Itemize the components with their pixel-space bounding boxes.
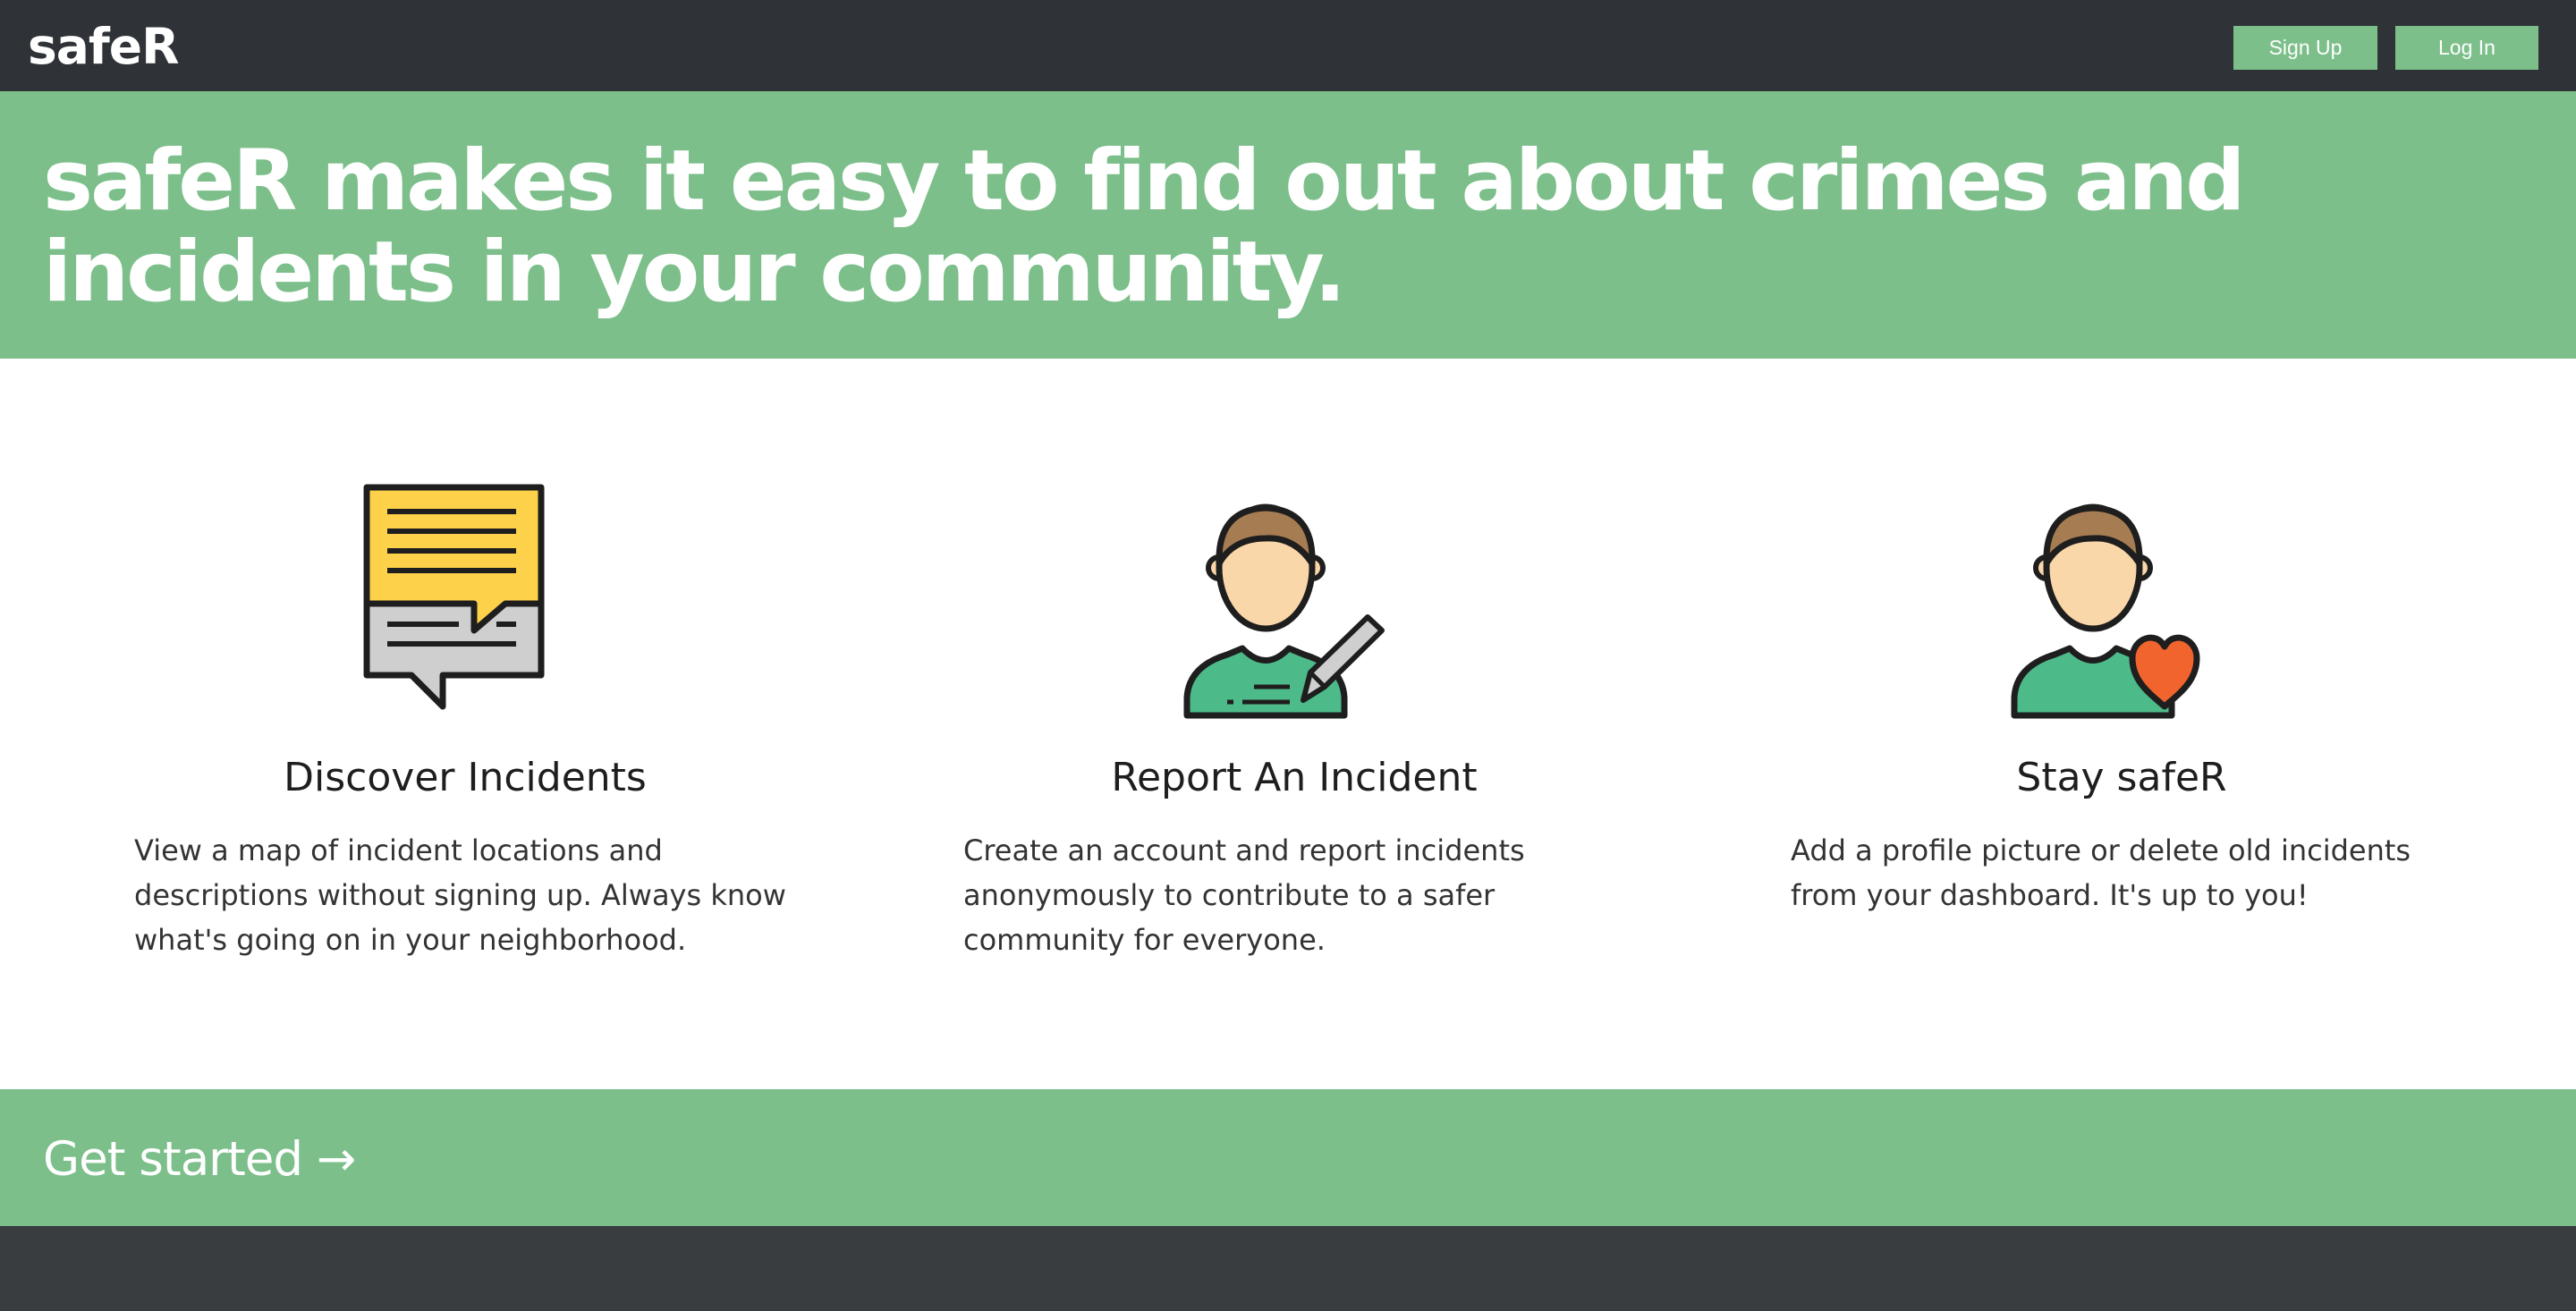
feature-stay-safer: Stay safeR Add a profile picture or dele… xyxy=(1791,483,2453,984)
hero-banner: safeR makes it easy to find out about cr… xyxy=(0,91,2576,359)
chat-bubbles-icon xyxy=(363,484,545,710)
hero-title: safeR makes it easy to find out about cr… xyxy=(43,132,2246,321)
page: safeR Sign Up Log In safeR makes it easy… xyxy=(0,0,2576,1311)
get-started-link[interactable]: Get started → xyxy=(43,1129,356,1191)
footer xyxy=(0,1226,2576,1311)
feature-description: Add a profile picture or delete old inci… xyxy=(1791,833,2411,912)
feature-description: Create an account and report incidents a… xyxy=(963,833,1525,957)
sign-up-button[interactable]: Sign Up xyxy=(2233,26,2377,70)
person-with-heart-icon xyxy=(2011,503,2200,719)
feature-title: Discover Incidents xyxy=(284,755,647,800)
feature-discover-incidents: Discover Incidents View a map of inciden… xyxy=(134,483,796,984)
feature-description: View a map of incident locations and des… xyxy=(134,833,786,957)
person-with-pencil-icon xyxy=(1183,503,1385,719)
brand-logo[interactable]: safeR xyxy=(28,11,179,82)
get-started-banner: Get started → xyxy=(0,1089,2576,1226)
log-in-button[interactable]: Log In xyxy=(2395,26,2538,70)
feature-title: Report An Incident xyxy=(1111,755,1478,800)
feature-report-incident: Report An Incident Create an account and… xyxy=(963,483,1625,984)
feature-title: Stay safeR xyxy=(2016,755,2227,800)
top-navbar: safeR Sign Up Log In xyxy=(0,0,2576,91)
